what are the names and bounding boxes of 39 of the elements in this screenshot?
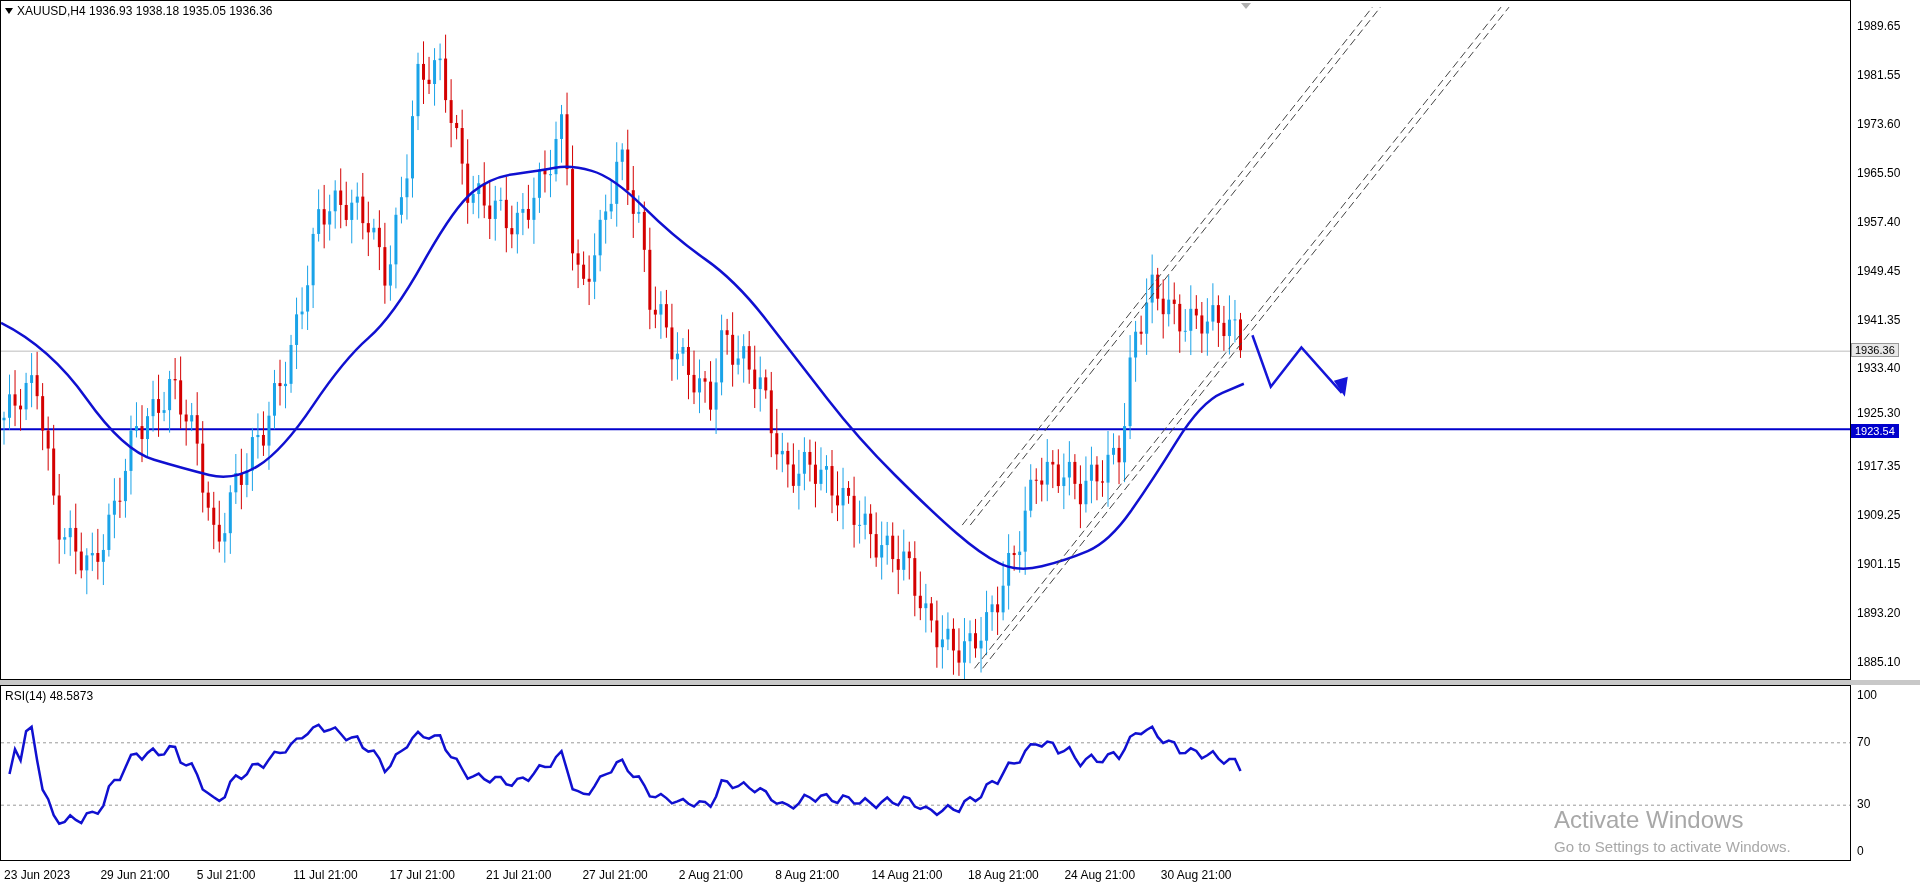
- time-tick: 27 Jul 21:00: [582, 868, 648, 882]
- current-price-label: 1936.36: [1851, 343, 1899, 358]
- price-tick: 1957.40: [1857, 214, 1901, 229]
- time-tick: 14 Aug 21:00: [871, 868, 943, 882]
- price-tick: 1973.60: [1857, 116, 1901, 131]
- level-price-label: 1923.54: [1851, 424, 1899, 439]
- dropdown-icon[interactable]: [5, 8, 13, 14]
- price-tick: 1893.20: [1857, 606, 1901, 621]
- time-tick: 23 Jun 2023: [4, 868, 71, 882]
- price-tick: 1989.65: [1857, 19, 1901, 33]
- price-tick: 1909.25: [1857, 508, 1901, 523]
- price-tick: 1981.55: [1857, 67, 1901, 82]
- price-tick: 1917.35: [1857, 459, 1901, 474]
- activation-title: Activate Windows: [1554, 806, 1745, 834]
- time-tick: 5 Jul 21:00: [196, 868, 256, 882]
- price-tick: 1885.10: [1857, 655, 1901, 669]
- price-tick: 1933.40: [1857, 361, 1901, 376]
- price-tick: 1901.15: [1857, 557, 1901, 572]
- shift-marker-icon[interactable]: [1241, 3, 1251, 9]
- time-tick: 29 Jun 21:00: [100, 868, 170, 882]
- rsi-tick: 0: [1857, 844, 1864, 858]
- time-tick: 30 Aug 21:00: [1160, 868, 1232, 882]
- rsi-tick: 70: [1857, 734, 1871, 749]
- symbol-header: XAUUSD,H4 1936.93 1938.18 1935.05 1936.36: [17, 4, 273, 18]
- activation-subtitle: Go to Settings to activate Windows.: [1554, 838, 1791, 855]
- time-tick: 21 Jul 21:00: [486, 868, 552, 882]
- rsi-tick: 100: [1857, 688, 1878, 702]
- price-tick: 1925.30: [1857, 406, 1901, 421]
- time-tick: 8 Aug 21:00: [775, 868, 840, 882]
- time-tick: 17 Jul 21:00: [389, 868, 455, 882]
- price-tick: 1949.45: [1857, 263, 1901, 278]
- indicator-label: RSI(14) 48.5873: [5, 689, 94, 703]
- price-tick: 1941.35: [1857, 312, 1901, 327]
- time-tick: 24 Aug 21:00: [1064, 868, 1136, 882]
- rsi-tick: 30: [1857, 797, 1871, 812]
- price-tick: 1965.50: [1857, 165, 1901, 180]
- time-tick: 18 Aug 21:00: [968, 868, 1039, 882]
- time-tick: 2 Aug 21:00: [678, 868, 743, 882]
- time-tick: 11 Jul 21:00: [293, 868, 358, 882]
